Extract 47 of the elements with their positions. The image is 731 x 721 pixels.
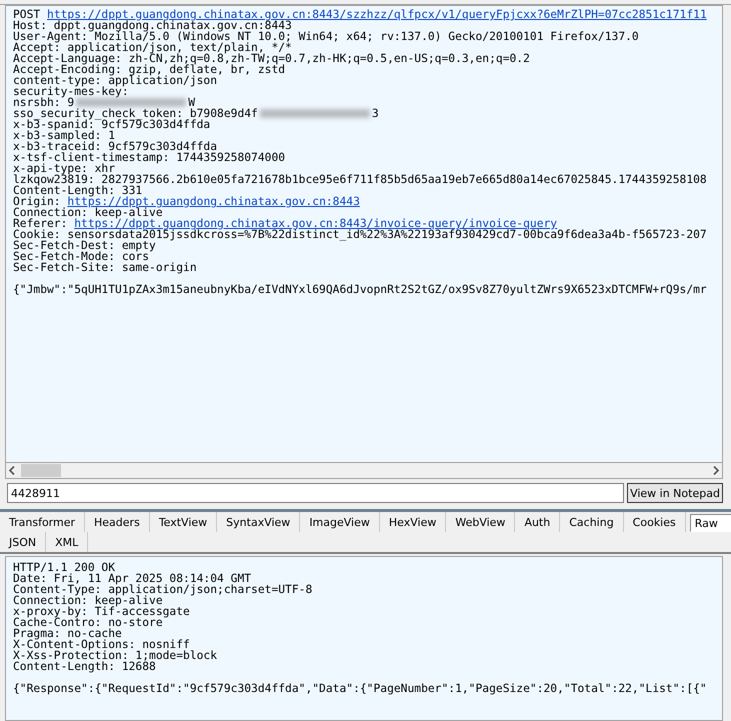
header-label: Origin: [13,196,61,207]
header-line: Accept-Encoding: gzip, deflate, br, zstd [13,64,286,75]
header-line: content-type: application/json [13,75,218,86]
header-line: Date: Fri, 11 Apr 2025 08:14:04 GMT [13,573,252,584]
url-link[interactable]: https://dppt.guangdong.chinatax.gov.cn:8443/invoice-query/invoice-query [74,218,558,229]
inspector-tab[interactable]: JSON [0,532,46,552]
header-line: Cache-Contro: no-store [13,617,163,628]
header-line: Cookie: sensorsdata2015jssdkcross=%7B%22distinct_id%22%3A%22193af930429cd7-00bca9f6dea3a4b-f565723-207 [13,229,707,240]
header-line: HTTP/1.1 200 OK [13,562,116,573]
header-line: x-api-type: xhr [13,163,116,174]
header-line: x-tsf-client-timestamp: 1744359258074000 [13,152,286,163]
header-line: Host: dppt.guangdong.chinatax.gov.cn:8443 [13,20,292,31]
inspector-tab[interactable]: XML [46,532,88,552]
header-label: POST [13,9,40,20]
scrollbar-thumb[interactable] [21,464,61,477]
header-line: Connection: keep-alive [13,595,163,606]
header-line: x-b3-sampled: 1 [13,130,116,141]
header-label: Referer: [13,218,68,229]
view-in-notepad-button[interactable]: View in Notepad [627,483,723,503]
header-line: Accept: application/json, text/plain, */* [13,42,292,53]
header-line: sso_security_check_token: b7908e9d4f [13,108,258,119]
header-line: Content-Length: 12688 [13,661,156,672]
header-line: Sec-Fetch-Site: same-origin [13,262,197,273]
header-line: X-Content-Options: nosniff [13,639,190,650]
url-link[interactable]: https://dppt.guangdong.chinatax.gov.cn:8443/szzhzz/qlfpcx/v1/queryFpjcxx?6eMrZlPH=07cc2851c171f11 [47,9,707,20]
header-line: Pragma: no-cache [13,628,122,639]
url-link[interactable]: https://dppt.guangdong.chinatax.gov.cn:8443 [67,196,360,207]
header-line: Sec-Fetch-Dest: empty [13,240,156,251]
header-line: x-b3-traceid: 9cf579c303d4ffda [13,141,218,152]
header-line: Content-Type: application/json;charset=UTF-8 [13,584,312,595]
header-line: X-Xss-Protection: 1;mode=block [13,650,218,661]
header-line: x-b3-spanid: 9cf579c303d4ffda [13,119,210,130]
header-line: {"Response":{"RequestId":"9cf579c303d4ffda","Data":{"PageNumber":1,"PageSize":20,"Total":22,"List":[{" [13,683,707,694]
header-line: {"Jmbw":"5qUH1TU1pZAx3m15aneubnyKba/eIVdNYxl69QA6dJvopnRt2S2tGZ/ox9Sv8Z70yultZWrs9X6523xDTCMFW+rQ9s/mr [13,284,707,295]
header-line: Accept-Language: zh-CN,zh;q=0.8,zh-TW;q=0.7,zh-HK;q=0.5,en-US;q=0.3,en;q=0.2 [13,53,530,64]
header-text: 3 [372,108,379,119]
header-line: lzkqow23819: 2827937566.2b610e05fa721678b1bce95e6f711f85b5d65aa19eb7e665d80a14ec67025845.1744359258108 [13,174,707,185]
header-line: nsrsbh: 9 [13,97,74,108]
header-line: x-proxy-by: Tif-accessgate [13,606,190,617]
header-line: Sec-Fetch-Mode: cors [13,251,150,262]
header-text: W [188,97,196,108]
header-line: Connection: keep-alive [13,207,163,218]
header-line: User-Agent: Mozilla/5.0 (Windows NT 10.0; Win64; x64; rv:137.0) Gecko/20100101 Firefox/137.0 [13,31,639,42]
header-line: security-mes-key: [13,86,129,97]
header-line: Content-Length: 331 [13,185,142,196]
inspector-tab[interactable]: Raw [690,514,731,532]
find-input-field[interactable]: 4428911 [7,483,624,503]
